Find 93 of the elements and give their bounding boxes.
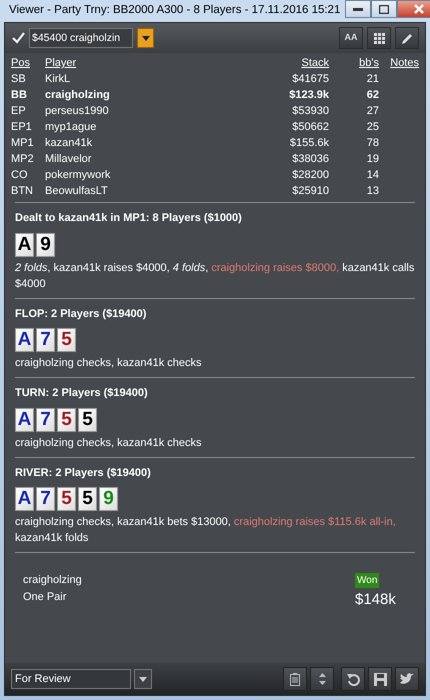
table-cell: 78 bbox=[329, 135, 379, 151]
winner-name: craigholzing bbox=[23, 573, 82, 588]
maximize-icon bbox=[379, 4, 390, 14]
table-cell-text: $155.6k bbox=[288, 136, 329, 151]
table-cell: 62 bbox=[329, 87, 379, 103]
pencil-icon bbox=[400, 32, 414, 44]
table-cell-text: KirkL bbox=[45, 72, 72, 87]
table-cell: BB bbox=[11, 87, 45, 103]
street-title: Dealt to kazan41k in MP1: 8 Players ($1000) bbox=[15, 211, 243, 226]
sort-button[interactable] bbox=[310, 667, 334, 691]
table-cell-text: $50662 bbox=[291, 120, 329, 135]
table-cell-text: $28200 bbox=[291, 168, 329, 183]
check-icon bbox=[12, 32, 24, 44]
won-label: Won bbox=[355, 573, 380, 588]
table-cell-text: MP2 bbox=[11, 152, 35, 167]
table-cell-text: BeowulfasLT bbox=[45, 184, 109, 199]
table-cell-text: myp1ague bbox=[45, 120, 98, 135]
window-title: Viewer - Party Trny: BB2000 A300 - 8 Players - 17.11.2016 15:21 bbox=[9, 3, 340, 18]
font-size-button[interactable]: AA bbox=[339, 27, 363, 49]
dropdown-button[interactable] bbox=[134, 669, 152, 689]
minimize-icon bbox=[353, 7, 364, 11]
clipboard-icon bbox=[290, 672, 300, 686]
close-icon bbox=[414, 4, 424, 14]
playing-card: 7 bbox=[36, 487, 55, 511]
share-button[interactable] bbox=[395, 667, 419, 691]
playing-card: A bbox=[15, 328, 34, 352]
column-header: bb's bbox=[329, 55, 379, 71]
hand-select[interactable]: $45400 craigholzin bbox=[29, 28, 133, 48]
table-cell-text: 19 bbox=[366, 152, 379, 167]
dropdown-button[interactable] bbox=[137, 28, 154, 48]
refresh-icon bbox=[346, 672, 360, 686]
column-header: Stack bbox=[300, 56, 329, 71]
playing-card: 9 bbox=[36, 232, 55, 256]
street-title: FLOP: 2 Players ($19400) bbox=[15, 306, 148, 322]
playing-card: 5 bbox=[57, 487, 76, 511]
column-header: Notes bbox=[379, 55, 419, 71]
hand-rank: One Pair bbox=[23, 590, 68, 604]
street-title: TURN: 2 Players ($19400) bbox=[15, 386, 149, 401]
playing-card: 5 bbox=[57, 408, 76, 432]
close-button[interactable] bbox=[397, 0, 430, 18]
table-cell: 14 bbox=[329, 167, 379, 183]
caret-icon bbox=[142, 36, 150, 40]
playing-card: 5 bbox=[78, 408, 97, 432]
playing-card: A bbox=[15, 487, 34, 511]
tag-select[interactable]: For Review bbox=[11, 669, 131, 689]
playing-card: 5 bbox=[57, 328, 76, 352]
table-cell: 13 bbox=[329, 183, 379, 199]
column-header: Pos bbox=[11, 55, 45, 71]
playing-card: A bbox=[15, 408, 34, 432]
playing-card: 7 bbox=[36, 328, 55, 352]
table-cell-text: $123.9k bbox=[288, 88, 329, 103]
table-cell-text: EP1 bbox=[11, 120, 33, 135]
table-cell-text: pokermywork bbox=[45, 168, 112, 183]
maximize-button[interactable] bbox=[371, 0, 398, 18]
grid-icon bbox=[374, 32, 384, 44]
minimize-button[interactable] bbox=[345, 0, 372, 18]
street-title: RIVER: 2 Players ($19400) bbox=[15, 466, 152, 480]
table-cell-text: Millavelor bbox=[45, 152, 92, 167]
action-text: craigholzing checks, kazan41k checks bbox=[15, 356, 202, 371]
table-cell-text: $25910 bbox=[291, 184, 329, 199]
action-text: craigholzing checks, kazan41k checks bbox=[15, 436, 202, 450]
table-cell-text: CO bbox=[11, 168, 28, 183]
action-text: craigholzing checks, kazan41k bets $13000, craigholzing raises $115.6k all-in, kazan41k folds bbox=[15, 515, 397, 546]
caret-icon bbox=[139, 676, 147, 682]
save-button[interactable] bbox=[368, 667, 392, 691]
checkbox[interactable] bbox=[11, 31, 25, 45]
table-cell-text: kazan41k bbox=[45, 136, 94, 151]
table-cell-text: $41675 bbox=[291, 72, 329, 87]
grid-button[interactable] bbox=[367, 27, 391, 49]
refresh-button[interactable] bbox=[341, 667, 365, 691]
column-header: Player bbox=[45, 56, 78, 71]
playing-card: A bbox=[15, 232, 34, 256]
bird-icon bbox=[400, 673, 414, 685]
table-cell: 27 bbox=[329, 103, 379, 119]
won-amount: $148k bbox=[355, 590, 397, 610]
playing-card: 5 bbox=[78, 487, 97, 511]
table-cell-text: $53930 bbox=[291, 104, 329, 119]
playing-card: 9 bbox=[99, 487, 118, 511]
table-cell-text: $38036 bbox=[291, 152, 329, 167]
floppy-icon bbox=[374, 672, 386, 686]
table-cell-text: BTN bbox=[11, 184, 34, 199]
table-cell-text: 25 bbox=[366, 120, 379, 135]
action-text: 2 folds, kazan41k raises $4000, 4 folds, craigholzing raises $8000, kazan41k calls $4000 bbox=[15, 260, 415, 292]
sort-icon bbox=[318, 673, 326, 685]
table-cell-text: MP1 bbox=[11, 136, 35, 151]
notes-button[interactable] bbox=[283, 667, 307, 691]
table-cell-text: SB bbox=[11, 72, 27, 87]
table-cell-text: perseus1990 bbox=[45, 104, 110, 119]
table-cell-text: EP bbox=[11, 104, 27, 119]
edit-button[interactable] bbox=[395, 27, 419, 49]
table-cell-text: craigholzing bbox=[45, 88, 111, 103]
table-cell-text: 21 bbox=[366, 72, 379, 87]
playing-card: 7 bbox=[36, 408, 55, 432]
